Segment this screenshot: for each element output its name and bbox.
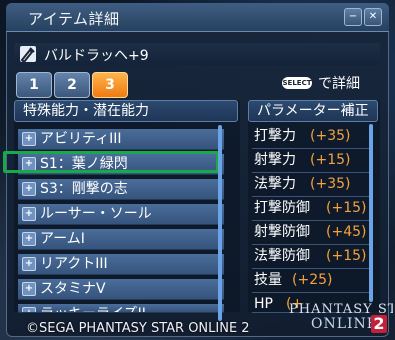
plus-icon: + [22,232,36,246]
copyright-text: ©SEGA PHANTASY STAR ONLINE 2 [26,321,250,336]
tab-3[interactable]: 3 [92,72,128,98]
close-icon[interactable]: ✕ [364,8,382,26]
select-hint-label: で詳細 [318,76,360,92]
plus-icon: + [22,207,36,221]
param-row: 打撃防御 (+15) [252,196,370,221]
ability-item[interactable]: + S3：剛撃の志 [18,179,224,200]
tab-1[interactable]: 1 [16,72,52,98]
abilities-header: 特殊能力・潜在能力 [14,100,238,122]
plus-icon: + [22,132,36,146]
game-logo: PHANTASY STAR ONLINE 2 [287,300,393,338]
ability-item[interactable]: +ラッキーライズII [18,304,224,313]
param-row: 射撃防御 (+45) [252,220,370,245]
parameters-header-label: パラメーター補正 [257,103,369,119]
parameters-header: パラメーター補正 [248,100,378,122]
plus-icon: + [22,257,36,271]
select-key-icon: SELECT [282,77,312,89]
tab-2[interactable]: 2 [54,72,90,98]
param-row: 打撃力 (+35) [252,124,370,149]
selected-ability-highlight [3,151,219,173]
param-row: 技量 (+25) [252,268,370,293]
weapon-icon [20,46,36,64]
param-row: 射撃力 (+15) [252,148,370,173]
abilities-header-label: 特殊能力・潜在能力 [23,103,149,119]
ability-item[interactable]: + アームI [18,229,224,250]
item-name: バルドラッヘ+9 [44,48,149,64]
title-bar: アイテム詳細 − ✕ [6,3,389,32]
item-name-row: バルドラッヘ+9 [14,43,380,65]
param-row: 法撃防御 (+15) [252,244,370,269]
ability-item[interactable]: + リアクトIII [18,254,224,275]
plus-icon: + [22,282,36,296]
ability-item[interactable]: + アビリティIII [18,129,224,150]
ability-item[interactable]: + スタミナV [18,279,224,300]
parameters-panel: パラメーター補正 打撃力 (+35) 射撃力 (+15) 法撃力 (+35) 打撃防御… [248,100,380,313]
abilities-scrollbar[interactable] [218,125,222,321]
abilities-panel: 特殊能力・潜在能力 + アビリティIII + S1：葉ノ緑閃 + S3：剛撃の志 + ル… [14,100,240,313]
param-row: 法撃力 (+35) [252,172,370,197]
plus-icon: + [22,307,36,312]
parameters-scrollbar[interactable] [369,124,373,302]
logo-number: 2 [371,315,387,333]
plus-icon: + [22,182,36,196]
minimize-icon[interactable]: − [344,8,362,26]
logo-line2: ONLINE [311,316,379,332]
window-title: アイテム詳細 [28,10,120,28]
ability-item[interactable]: + ルーサー・ソール [18,204,224,225]
